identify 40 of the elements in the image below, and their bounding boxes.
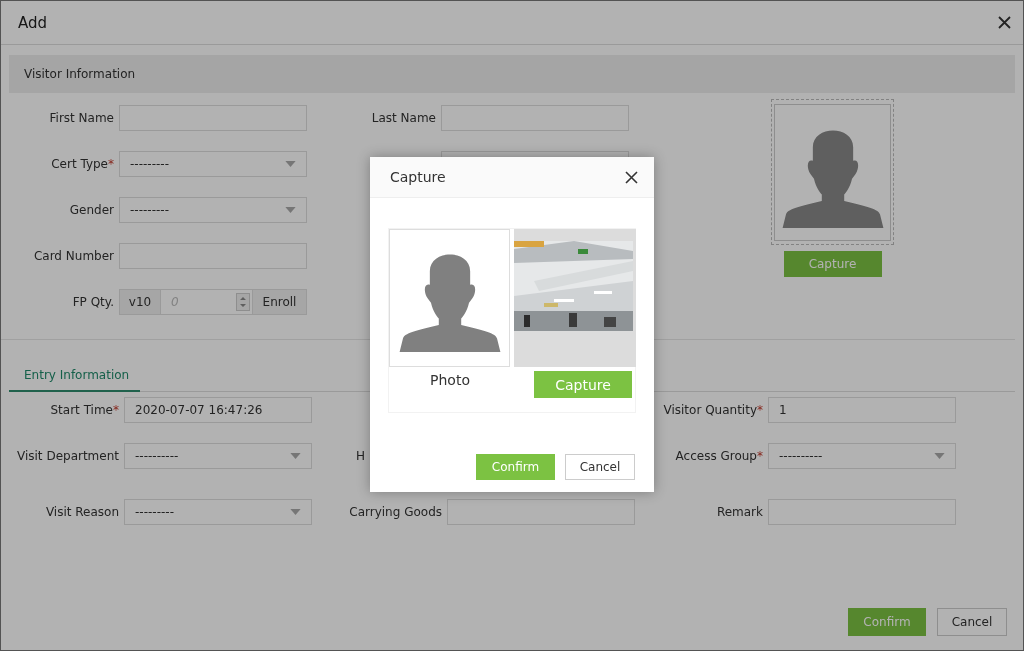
select-field[interactable]: ---------- — [768, 443, 956, 469]
close-icon[interactable] — [998, 16, 1011, 29]
caret-icon — [934, 453, 945, 459]
field-label: Remark — [715, 505, 764, 519]
caret-icon — [290, 453, 301, 459]
photo-label: Photo — [429, 371, 471, 390]
close-icon[interactable] — [625, 170, 638, 184]
select-field[interactable]: --------- — [124, 499, 312, 525]
cancel-button[interactable]: Cancel — [565, 454, 635, 480]
select-field[interactable]: --------- — [119, 151, 307, 177]
field-label: Carrying Goods — [348, 505, 443, 519]
field-label: Access Group* — [674, 449, 764, 463]
input-field[interactable] — [119, 105, 307, 131]
caret-icon — [285, 207, 296, 213]
field-label: Card Number — [32, 249, 115, 263]
field-label: Visit Department — [16, 449, 120, 463]
input-field[interactable]: 1 — [768, 397, 956, 423]
input-field[interactable] — [119, 243, 307, 269]
field-label: Cert Type* — [50, 157, 115, 171]
dialog-title: Capture — [390, 169, 446, 185]
cancel-button[interactable]: Cancel — [937, 608, 1007, 636]
field-label: Start Time* — [49, 403, 120, 417]
field-label: FP Qty. — [71, 295, 115, 309]
input-field[interactable] — [447, 499, 635, 525]
field-label: First Name — [48, 111, 115, 125]
select-field[interactable]: --------- — [119, 197, 307, 223]
input-field[interactable]: 2020-07-07 16:47:26 — [124, 397, 312, 423]
field-label: Visit Reason — [44, 505, 120, 519]
input-field[interactable] — [441, 105, 629, 131]
section-tab[interactable]: Entry Information — [9, 360, 140, 392]
field-label: Visitor Quantity* — [662, 403, 764, 417]
field-label: Gender — [68, 203, 115, 217]
window-title: Add — [18, 13, 48, 32]
select-field[interactable]: ---------- — [124, 443, 312, 469]
caret-icon — [285, 161, 296, 167]
section-header: Visitor Information — [9, 55, 1015, 93]
input-field[interactable] — [768, 499, 956, 525]
field-label: Last Name — [370, 111, 437, 125]
caret-icon — [290, 509, 301, 515]
field-label: H — [355, 449, 366, 463]
